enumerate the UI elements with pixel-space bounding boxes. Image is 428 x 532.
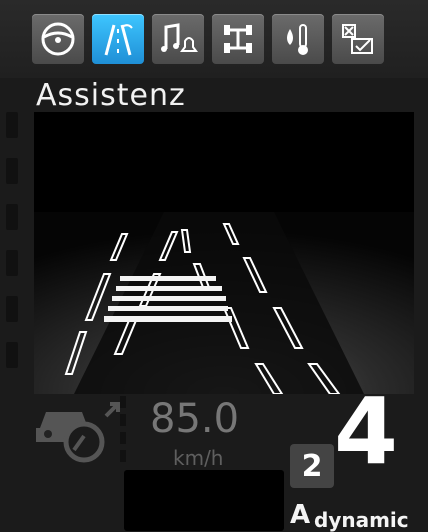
- speed-limiter-icon: [36, 402, 120, 463]
- page-title: Assistenz: [36, 78, 186, 113]
- settings-checklist-icon: [342, 24, 373, 54]
- tab-chassis[interactable]: [212, 14, 264, 64]
- current-gear: 4: [334, 378, 399, 485]
- gear-indicator-small: 2: [290, 444, 334, 488]
- lane-assist-icon: [104, 24, 133, 56]
- tab-settings[interactable]: [332, 14, 384, 64]
- set-speed-value: 85.0: [150, 396, 240, 442]
- info-panel: [124, 470, 284, 531]
- lane-assist-view: [34, 112, 414, 394]
- tab-fluids[interactable]: [272, 14, 324, 64]
- audio-alert-icon: [161, 23, 198, 52]
- fluid-temperature-icon: [287, 24, 308, 55]
- drive-mode-label: dynamic: [314, 508, 409, 532]
- tab-steering[interactable]: [32, 14, 84, 64]
- tab-assist[interactable]: [92, 14, 144, 64]
- tab-audio[interactable]: [152, 14, 204, 64]
- drive-mode-letter: A: [290, 500, 311, 530]
- speed-unit: km/h: [173, 446, 224, 470]
- steering-wheel-icon: [41, 22, 75, 56]
- road-graphic: [34, 112, 414, 394]
- chassis-icon: [224, 25, 252, 53]
- top-tab-bar: [0, 0, 428, 78]
